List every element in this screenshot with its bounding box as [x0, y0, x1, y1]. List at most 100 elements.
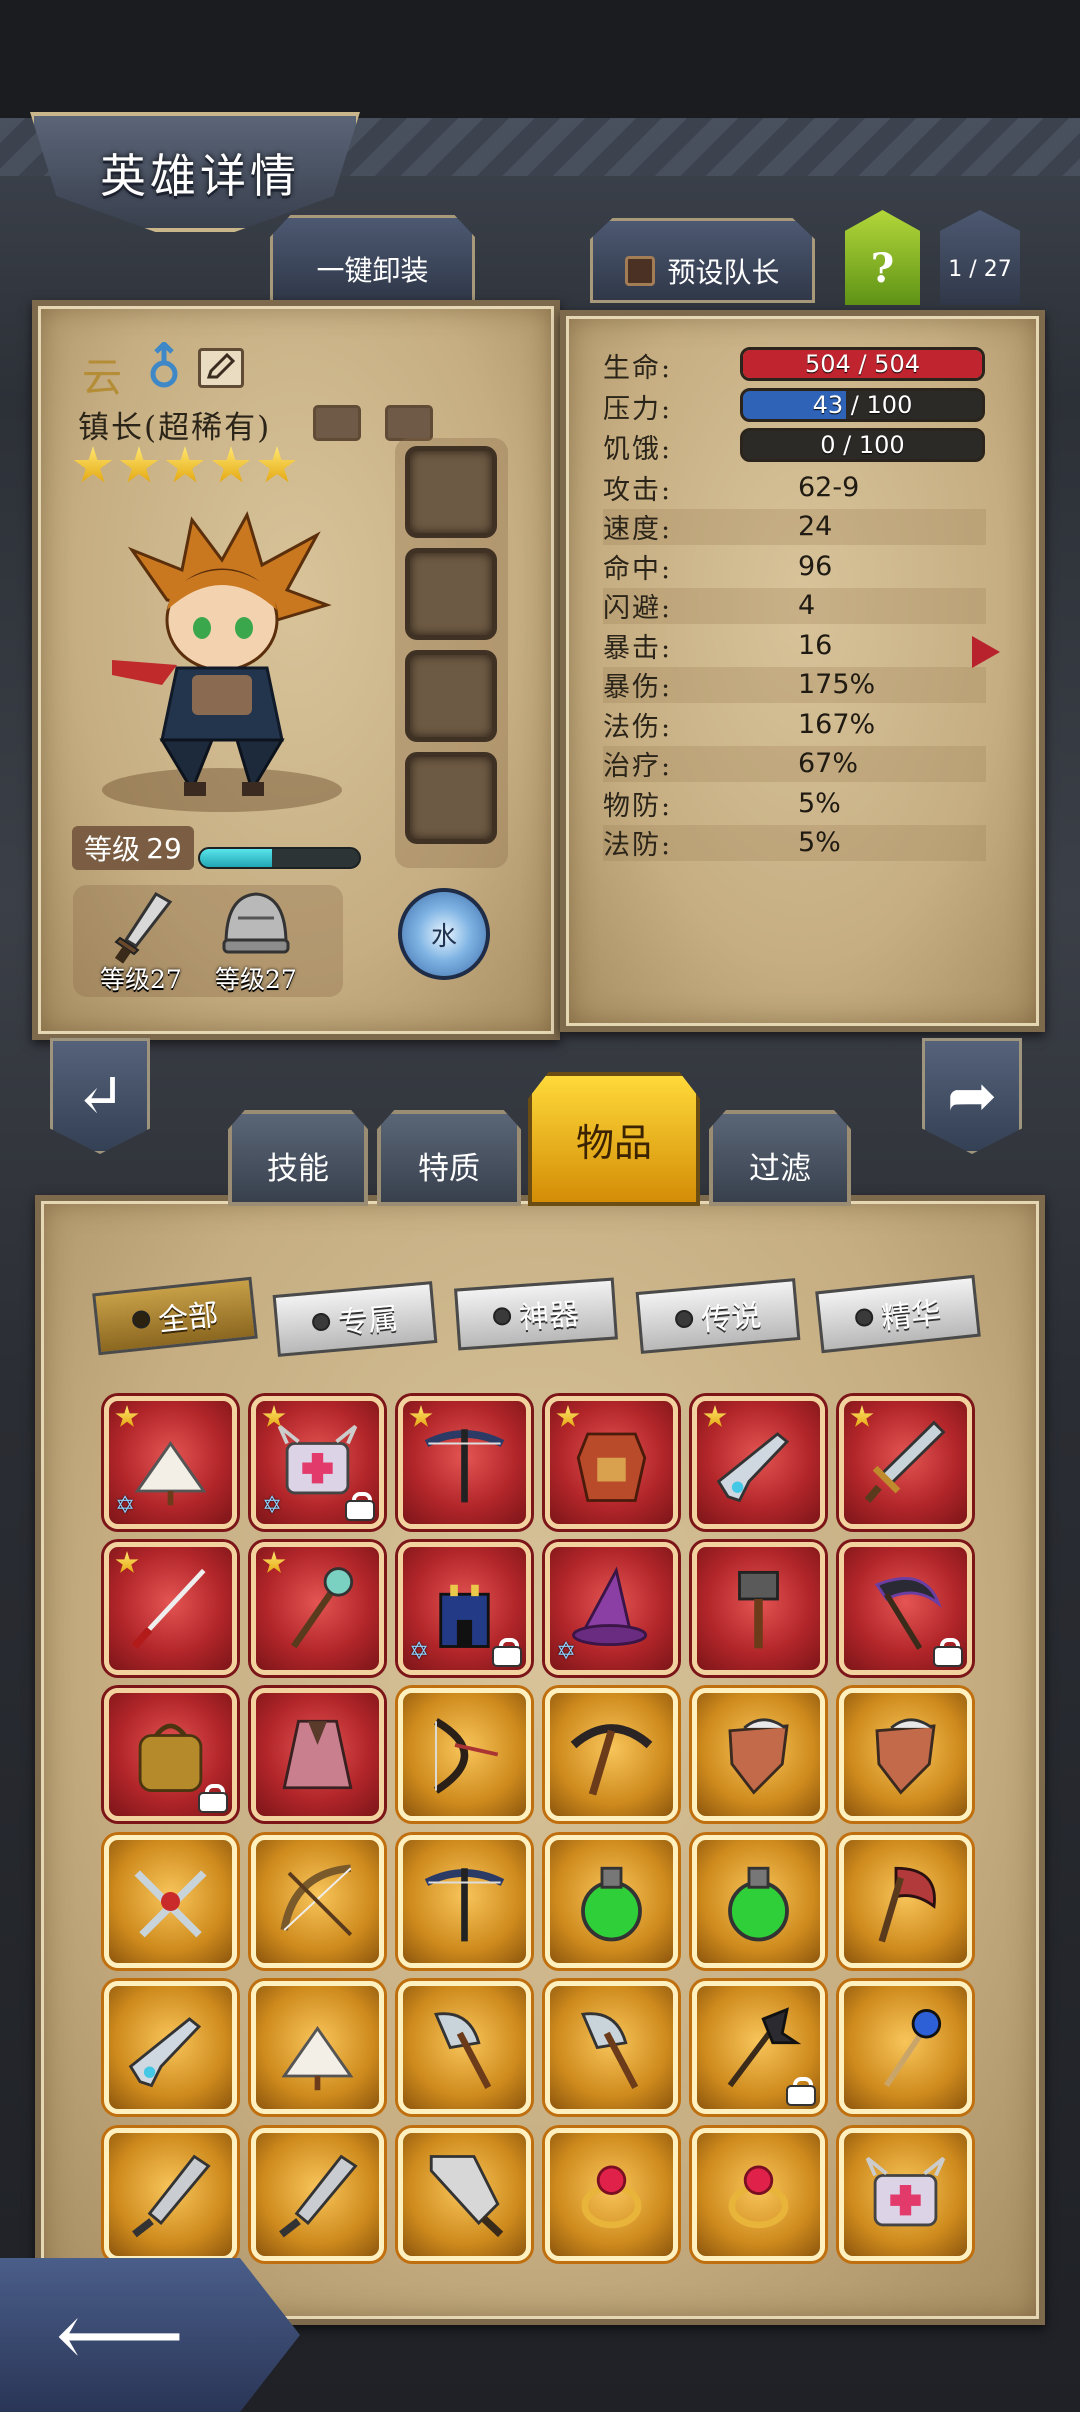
hexagram-icon: ✡ — [262, 1491, 283, 1519]
inventory-item[interactable] — [398, 1396, 531, 1529]
shield-icon — [875, 1718, 936, 1795]
stat-row: 治疗: 67% — [603, 745, 986, 782]
inventory-item[interactable]: ✡ — [398, 1542, 531, 1675]
lock-icon — [347, 1492, 373, 1519]
hero-element-label: 云 — [82, 355, 122, 401]
inventory-item[interactable] — [692, 1835, 825, 1968]
gear-helmet-level: 等级27 — [215, 965, 297, 994]
hero-name: 镇长(超稀有) — [78, 410, 272, 446]
stat-value: 5% — [798, 787, 841, 819]
chip-dot-icon — [131, 1309, 152, 1330]
inventory-item[interactable] — [839, 2128, 972, 2261]
tab-skills[interactable]: 技能 — [228, 1110, 368, 1206]
hero-trait-icon[interactable] — [313, 405, 361, 441]
inventory-item[interactable] — [104, 2128, 237, 2261]
inventory-item[interactable] — [692, 1542, 825, 1675]
helmet-icon[interactable] — [218, 888, 294, 964]
unequip-all-button[interactable]: 一键卸装 — [270, 215, 475, 303]
inventory-item[interactable] — [104, 1835, 237, 1968]
inventory-item[interactable] — [398, 2128, 531, 2261]
tab-filter[interactable]: 过滤 — [709, 1110, 851, 1206]
inventory-item[interactable] — [545, 1688, 678, 1821]
ruby-ring-icon — [728, 2165, 789, 2229]
inventory-item[interactable]: ✡ — [251, 1396, 384, 1529]
stat-label: 物防: — [603, 790, 673, 822]
hero-trait-icon[interactable] — [385, 405, 433, 441]
inventory-item[interactable] — [839, 1542, 972, 1675]
filter-chip-label: 神器 — [518, 1297, 581, 1337]
inventory-item[interactable] — [251, 1542, 384, 1675]
inventory-item[interactable] — [251, 2128, 384, 2261]
inventory-item[interactable] — [104, 1542, 237, 1675]
hero-portrait — [102, 511, 342, 812]
equipment-slot[interactable] — [405, 548, 497, 640]
level-value: 29 — [146, 831, 182, 865]
star-icon — [73, 446, 113, 483]
stat-label: 暴伤: — [603, 672, 673, 703]
star-icon — [165, 446, 205, 483]
xp-bar — [198, 847, 361, 869]
inventory-item[interactable] — [692, 1396, 825, 1529]
inventory-item[interactable] — [104, 1981, 237, 2114]
inventory-item[interactable] — [839, 1396, 972, 1529]
inventory-item[interactable] — [251, 1981, 384, 2114]
stat-value: 4 — [798, 590, 816, 621]
katana-icon — [131, 1568, 206, 1650]
stats-more-arrow-icon[interactable] — [972, 636, 1000, 668]
inventory-item[interactable] — [692, 1981, 825, 2114]
inventory-item[interactable] — [251, 1688, 384, 1821]
tab-items[interactable]: 物品 — [528, 1072, 700, 1206]
equipment-slot[interactable] — [405, 446, 497, 538]
preset-leader-checkbox[interactable] — [625, 255, 656, 286]
inventory-item[interactable] — [692, 2128, 825, 2261]
inventory-item[interactable] — [545, 1835, 678, 1968]
rifle-icon — [128, 2017, 202, 2088]
ruby-ring-icon — [581, 2165, 642, 2229]
potion-icon — [728, 1866, 789, 1942]
inventory-item[interactable] — [398, 1688, 531, 1821]
element-badge[interactable]: 水 — [398, 888, 490, 980]
inventory-item[interactable]: ✡ — [104, 1396, 237, 1529]
preset-leader-toggle[interactable]: 预设队长 — [590, 218, 815, 303]
inventory-item[interactable] — [692, 1688, 825, 1821]
back-button[interactable]: ⟵ — [0, 2258, 300, 2412]
equipment-slot[interactable] — [405, 650, 497, 742]
stat-bar: 43 / 100 — [740, 388, 985, 422]
crossbow-icon — [424, 1429, 505, 1503]
pencil-icon — [206, 352, 236, 379]
chip-dot-icon — [854, 1307, 875, 1328]
tab-traits[interactable]: 特质 — [377, 1110, 521, 1206]
inventory-item[interactable] — [839, 1981, 972, 2114]
equipment-slot[interactable] — [405, 752, 497, 844]
inventory-item[interactable] — [104, 1688, 237, 1821]
inventory-item[interactable] — [545, 1981, 678, 2114]
spiked-medkit-icon — [865, 2156, 946, 2227]
inventory-item[interactable] — [398, 1835, 531, 1968]
stat-row: 物防: 5% — [603, 785, 986, 822]
stat-label: 速度: — [603, 514, 673, 545]
lock-icon — [935, 1638, 961, 1665]
inventory-item[interactable] — [839, 1835, 972, 1968]
lock-icon — [494, 1638, 520, 1665]
stat-row: 暴击: 16 — [603, 627, 986, 664]
rename-button[interactable] — [198, 348, 244, 388]
hammer-icon — [738, 1570, 779, 1649]
lock-icon — [788, 2077, 814, 2104]
inventory-item[interactable] — [398, 1981, 531, 2114]
inventory-item[interactable] — [545, 2128, 678, 2261]
crossed-blades-icon — [134, 1870, 207, 1938]
tab-skills-label: 技能 — [267, 1150, 329, 1187]
filter-chip[interactable]: 神器 — [454, 1277, 618, 1351]
chip-dot-icon — [492, 1306, 512, 1326]
stat-label: 饥饿: — [603, 433, 673, 465]
stat-value: 167% — [798, 708, 876, 740]
inventory-item[interactable] — [251, 1835, 384, 1968]
preset-leader-label: 预设队长 — [667, 255, 780, 289]
chip-dot-icon — [674, 1309, 694, 1329]
inventory-item[interactable]: ✡ — [545, 1542, 678, 1675]
sword-icon[interactable] — [108, 888, 178, 968]
inventory-item[interactable] — [839, 1688, 972, 1821]
stat-row: 速度: 24 — [603, 508, 986, 545]
inventory-item[interactable] — [545, 1396, 678, 1529]
stat-value: 62-9 — [798, 471, 860, 503]
